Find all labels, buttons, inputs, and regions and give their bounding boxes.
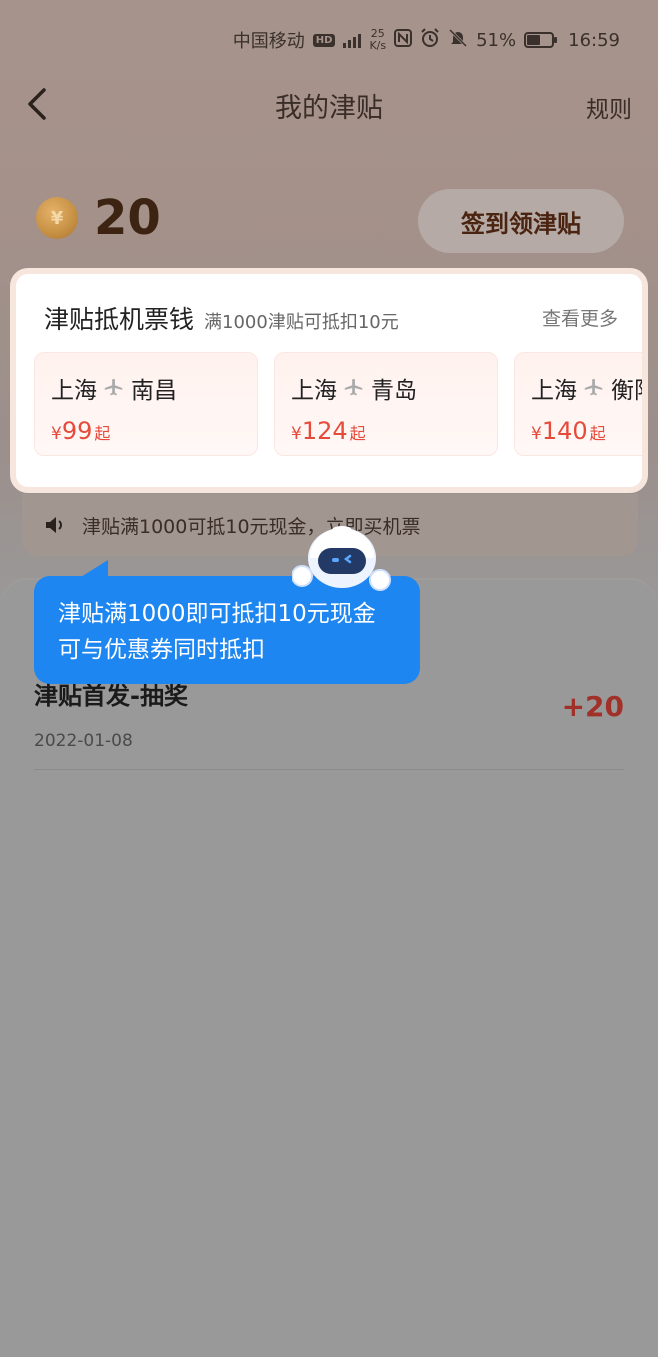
route-price: ¥ 140 起 (531, 417, 642, 445)
promo-header: 津贴抵机票钱 满1000津贴可抵扣10元 (44, 300, 399, 336)
promo-subtitle: 满1000津贴可抵扣10元 (204, 312, 399, 333)
view-more-link[interactable]: 查看更多 (542, 304, 618, 331)
signal-icon (343, 32, 362, 48)
route-to: 南昌 (131, 378, 177, 404)
plane-icon (584, 378, 603, 396)
route-card[interactable]: 上海 青岛 ¥ 124 起 (274, 352, 498, 456)
sign-in-button[interactable]: 签到领津贴 (418, 189, 624, 253)
page-title: 我的津贴 (275, 92, 383, 124)
route-from: 上海 (531, 378, 577, 404)
price-value: 140 (541, 417, 588, 445)
balance-amount: 20 (94, 190, 161, 246)
network-speed: 25 K/s (369, 28, 386, 52)
record-date: 2022-01-08 (34, 731, 133, 751)
currency-symbol: ¥ (51, 424, 62, 444)
robot-mascot-icon (292, 526, 391, 591)
route-to: 衡阳 (611, 378, 642, 404)
hd-badge: HD (312, 33, 336, 47)
price-suffix: 起 (349, 424, 366, 443)
price-suffix: 起 (589, 424, 606, 443)
status-bar: 中国移动 HD 25 K/s 51% 16:59 (0, 0, 658, 80)
route-list: 上海 南昌 ¥ 99 起 上海 青岛 ¥ 124 起 上海 衡 ¥ 140 起 (34, 352, 642, 456)
nav-bar: 我的津贴 规则 (0, 80, 658, 130)
flight-promo-card: 津贴抵机票钱 满1000津贴可抵扣10元 查看更多 上海 南昌 ¥ 99 起 上… (10, 268, 648, 493)
price-value: 124 (301, 417, 348, 445)
price-value: 99 (61, 417, 93, 445)
battery-percent: 51% (476, 29, 517, 51)
route-price: ¥ 99 起 (51, 417, 257, 445)
rules-link[interactable]: 规则 (586, 90, 632, 124)
route-card[interactable]: 上海 衡阳 ¥ 140 起 (514, 352, 642, 456)
records-panel: 津贴首发-抽奖 2022-01-08 +20 (0, 580, 658, 1357)
alarm-icon (420, 27, 440, 53)
route-to: 青岛 (371, 378, 417, 404)
plane-icon (344, 378, 363, 396)
clock: 16:59 (568, 29, 620, 51)
route-cities: 上海 青岛 (291, 371, 497, 405)
plane-icon (104, 378, 123, 396)
battery-icon (524, 32, 558, 48)
list-item: 津贴首发-抽奖 2022-01-08 +20 (34, 676, 624, 770)
tooltip-line-2: 可与优惠券同时抵扣 (58, 637, 265, 663)
route-from: 上海 (51, 378, 97, 404)
route-cities: 上海 衡阳 (531, 371, 642, 405)
back-arrow-icon[interactable] (24, 86, 54, 122)
route-price: ¥ 124 起 (291, 417, 497, 445)
speed-unit: K/s (369, 39, 387, 52)
carrier-label: 中国移动 (232, 31, 305, 52)
tooltip-bubble[interactable]: 津贴满1000即可抵扣10元现金 可与优惠券同时抵扣 (34, 576, 420, 684)
mute-icon (448, 28, 468, 53)
nfc-icon (394, 28, 413, 52)
route-card[interactable]: 上海 南昌 ¥ 99 起 (34, 352, 258, 456)
currency-symbol: ¥ (531, 424, 542, 444)
currency-symbol: ¥ (291, 424, 302, 444)
record-amount: +20 (561, 690, 624, 723)
tooltip-line-1: 津贴满1000即可抵扣10元现金 (58, 601, 376, 627)
speaker-icon (46, 517, 62, 533)
price-suffix: 起 (94, 424, 111, 443)
balance: ¥ 20 (36, 190, 161, 246)
promo-title: 津贴抵机票钱 (44, 305, 195, 334)
route-from: 上海 (291, 378, 337, 404)
coin-icon: ¥ (36, 197, 78, 239)
route-cities: 上海 南昌 (51, 371, 257, 405)
